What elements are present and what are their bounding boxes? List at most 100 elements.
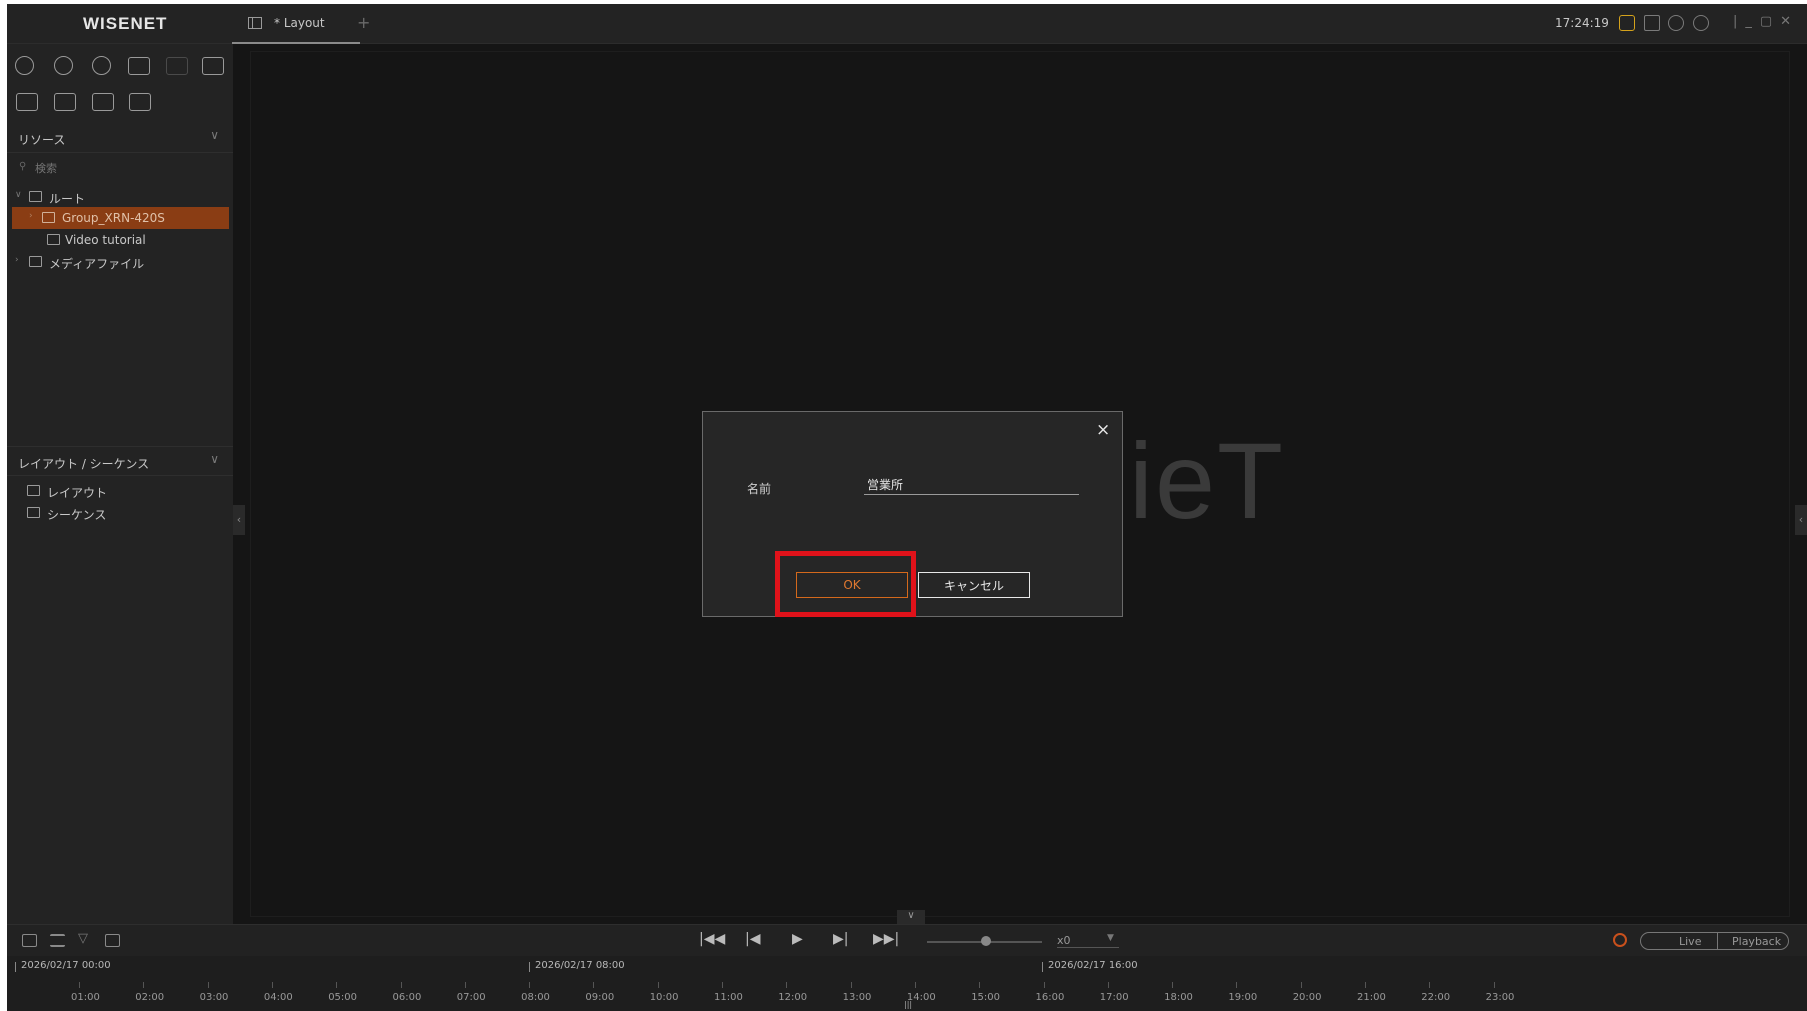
hour-tick — [207, 982, 209, 988]
step-back-icon[interactable]: |◀ — [745, 931, 760, 947]
hour-tick — [1300, 982, 1302, 988]
chevron-down-icon[interactable]: ▼ — [1107, 933, 1114, 943]
hour-label: 10:00 — [649, 992, 679, 1003]
layouts-header[interactable]: レイアウト / シーケンス ∨ — [7, 446, 233, 476]
tree-item-label: レイアウト — [47, 486, 108, 500]
settings-icon[interactable] — [1619, 15, 1635, 31]
list-icon[interactable] — [50, 934, 65, 947]
link-icon[interactable] — [1613, 933, 1627, 947]
hour-tick — [1172, 982, 1174, 988]
tree-item-label: Video tutorial — [65, 233, 146, 247]
layouts-title: レイアウト / シーケンス — [18, 457, 150, 471]
skip-back-icon[interactable]: |◀◀ — [699, 931, 725, 947]
tree-item-media[interactable]: › メディアファイル — [7, 251, 233, 273]
search-icon[interactable] — [15, 56, 34, 75]
hour-tick — [1236, 982, 1238, 988]
wisenet-watermark: ieT — [1129, 420, 1286, 541]
hour-tick — [850, 982, 852, 988]
play-icon[interactable]: ▶ — [792, 931, 803, 947]
collapse-right-arrow[interactable]: ‹ — [1795, 505, 1807, 535]
live-button[interactable]: Live — [1679, 935, 1701, 948]
hour-tick — [143, 982, 145, 988]
notification-icon[interactable] — [1644, 15, 1660, 31]
folder-icon — [42, 212, 55, 223]
toggle-divider — [1717, 933, 1718, 949]
speed-slider-knob[interactable] — [981, 936, 991, 946]
layout-icon — [27, 485, 40, 496]
tree-item-group[interactable]: › Group_XRN-420S — [12, 207, 229, 229]
resource-search-input[interactable] — [35, 158, 215, 178]
sidebar: リソース ∨ ⚲ ∨ ルート › Group_XRN-420S Video tu… — [7, 44, 233, 924]
tree-item-layout[interactable]: レイアウト — [7, 480, 233, 502]
hour-tick — [786, 982, 788, 988]
media-file-icon — [29, 256, 42, 267]
gear-icon[interactable] — [92, 56, 111, 75]
hour-label: 13:00 — [842, 992, 872, 1003]
add-device-icon[interactable] — [128, 57, 150, 75]
live-playback-toggle[interactable]: Live Playback — [1640, 932, 1789, 950]
chevron-down-icon[interactable]: ∨ — [210, 128, 219, 142]
collapse-left-arrow[interactable]: ‹ — [233, 505, 245, 535]
expand-icon[interactable]: › — [15, 255, 19, 265]
expand-icon[interactable]: › — [29, 211, 33, 221]
cancel-button[interactable]: キャンセル — [918, 572, 1030, 598]
select-all-icon[interactable] — [54, 93, 76, 111]
tree-item-label: メディアファイル — [49, 257, 145, 271]
calendar-icon[interactable] — [105, 934, 120, 947]
expand-icon[interactable]: ∨ — [15, 190, 22, 200]
hour-label: 22:00 — [1421, 992, 1451, 1003]
rename-dialog: × 名前 OK キャンセル — [702, 411, 1123, 617]
layout-icon — [248, 17, 262, 29]
schedule-icon[interactable] — [129, 93, 151, 111]
resources-header[interactable]: リソース ∨ — [7, 123, 233, 153]
hour-label: 15:00 — [971, 992, 1001, 1003]
bell-icon[interactable] — [166, 57, 188, 75]
name-input[interactable] — [864, 475, 1079, 495]
device-search-icon[interactable] — [54, 56, 73, 75]
step-forward-icon[interactable]: ▶| — [833, 931, 848, 947]
filter-icon[interactable]: ▽ — [78, 931, 88, 946]
fullscreen-icon[interactable] — [16, 93, 38, 111]
hour-tick — [1043, 982, 1045, 988]
hour-label: 23:00 — [1485, 992, 1515, 1003]
tree-item-video-tutorial[interactable]: Video tutorial — [7, 229, 233, 251]
title-bar: WISENET * Layout + 17:24:19 |_▢✕ — [7, 4, 1807, 44]
hour-label: 16:00 — [1035, 992, 1065, 1003]
hour-label: 20:00 — [1292, 992, 1322, 1003]
add-tab-button[interactable]: + — [357, 13, 370, 32]
hour-tick — [79, 982, 80, 988]
chevron-down-icon[interactable]: ∨ — [210, 452, 219, 466]
help-icon[interactable] — [1693, 15, 1709, 31]
hour-tick — [464, 982, 466, 988]
hour-tick — [271, 982, 273, 988]
tree-item-root[interactable]: ∨ ルート — [7, 186, 233, 208]
close-icon[interactable]: × — [1096, 420, 1110, 440]
date-label: 2026/02/17 00:00 — [21, 960, 111, 971]
tab-layout[interactable]: * Layout — [232, 4, 360, 44]
playhead[interactable]: ||| — [904, 1000, 912, 1010]
hour-label: 09:00 — [585, 992, 615, 1003]
skip-forward-icon[interactable]: ▶▶| — [873, 931, 899, 947]
playback-button[interactable]: Playback — [1732, 935, 1781, 948]
search-icon: ⚲ — [19, 161, 27, 172]
hour-label: 03:00 — [199, 992, 229, 1003]
hour-label: 11:00 — [714, 992, 743, 1003]
user-icon[interactable] — [1668, 15, 1684, 31]
layout-icon — [47, 234, 60, 245]
timeline[interactable]: 2026/02/17 00:00 2026/02/17 08:00 2026/0… — [7, 956, 1807, 1011]
date-tick — [1042, 962, 1043, 972]
text-icon[interactable] — [92, 93, 114, 111]
hour-label: 17:00 — [1099, 992, 1129, 1003]
root-icon — [29, 191, 42, 202]
speaker-icon[interactable] — [202, 57, 224, 75]
chevron-down-icon[interactable]: ∨ — [897, 910, 925, 924]
hour-label: 05:00 — [328, 992, 358, 1003]
tree-item-sequence[interactable]: シーケンス — [7, 502, 233, 524]
ok-button[interactable]: OK — [796, 572, 908, 598]
hour-tick — [529, 982, 531, 988]
hour-label: 01:00 — [71, 992, 100, 1003]
window-controls[interactable]: |_▢✕ — [1733, 14, 1799, 29]
hour-tick — [914, 982, 916, 988]
tab-label: * Layout — [274, 16, 325, 30]
export-icon[interactable] — [22, 934, 37, 947]
